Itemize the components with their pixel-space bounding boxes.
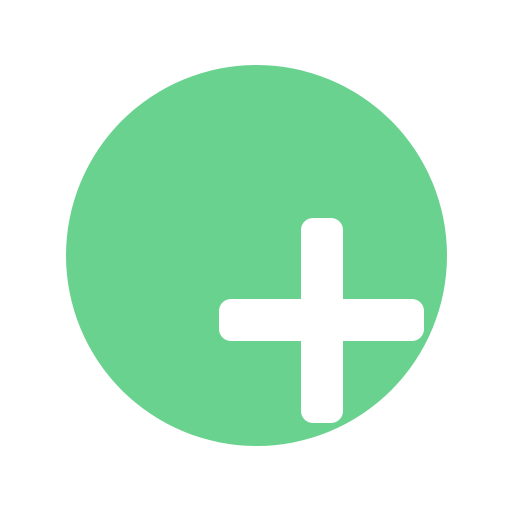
add-button[interactable] (66, 65, 447, 446)
plus-icon-vertical-bar (301, 218, 343, 423)
icon-canvas (0, 0, 512, 512)
